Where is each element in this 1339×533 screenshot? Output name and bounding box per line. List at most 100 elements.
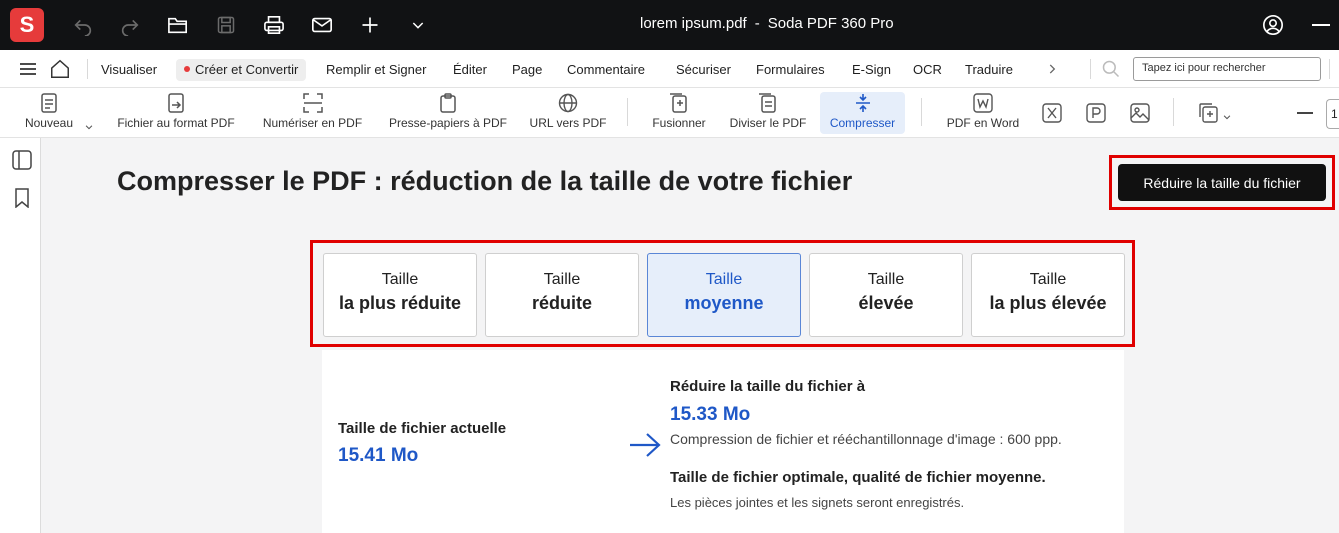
bookmark-icon[interactable] xyxy=(12,188,34,210)
tool-label: Diviser le PDF xyxy=(729,116,807,130)
hamburger-menu-icon[interactable] xyxy=(19,61,37,77)
document-name: lorem ipsum.pdf xyxy=(640,15,747,32)
menu-remplir-et-signer[interactable]: Remplir et Signer xyxy=(318,59,434,81)
home-icon[interactable] xyxy=(49,58,71,80)
menu-separator xyxy=(87,59,88,79)
search-icon[interactable] xyxy=(1101,59,1121,79)
redo-icon[interactable] xyxy=(117,12,143,38)
level-line1: Taille xyxy=(867,271,905,288)
title-bar: S lorem ipsum.pdf - Soda PDF 360 Pro xyxy=(0,0,1339,50)
reduced-size-description: Compression de fichier et rééchantillonn… xyxy=(670,431,1062,447)
level-line2: moyenne xyxy=(684,293,764,313)
menu-bar: Visualiser Créer et Convertir Remplir et… xyxy=(0,50,1339,88)
save-icon[interactable] xyxy=(213,12,239,38)
chevron-right-icon[interactable] xyxy=(1045,62,1059,76)
new-document-icon xyxy=(40,92,58,114)
excel-icon[interactable] xyxy=(1041,102,1063,124)
toolbar-separator xyxy=(627,98,628,126)
level-reduite[interactable]: Taille réduite xyxy=(485,253,639,337)
reduce-size-button[interactable]: Réduire la taille du fichier xyxy=(1118,164,1326,201)
reduced-size-label: Réduire la taille du fichier à xyxy=(670,378,866,395)
menu-editer[interactable]: Éditer xyxy=(445,59,495,81)
search-input[interactable]: Tapez ici pour rechercher xyxy=(1133,57,1321,81)
tool-diviser-le-pdf[interactable]: Diviser le PDF xyxy=(724,92,812,134)
app-logo[interactable]: S xyxy=(10,8,44,42)
level-elevee[interactable]: Taille élevée xyxy=(809,253,963,337)
panel-toggle-icon[interactable] xyxy=(12,150,34,172)
highlight-box: Réduire la taille du fichier xyxy=(1109,155,1335,210)
level-line2: la plus élevée xyxy=(989,293,1107,313)
menu-commentaire[interactable]: Commentaire xyxy=(559,59,653,81)
menu-ocr[interactable]: OCR xyxy=(905,59,950,81)
main-content: Compresser le PDF : réduction de la tail… xyxy=(41,138,1339,533)
globe-icon xyxy=(558,92,578,114)
menu-traduire[interactable]: Traduire xyxy=(957,59,1021,81)
clipboard-icon xyxy=(440,92,456,114)
tool-label: Nouveau xyxy=(24,116,74,130)
tool-fusionner[interactable]: Fusionner xyxy=(645,92,713,134)
powerpoint-icon[interactable] xyxy=(1085,102,1107,124)
tool-pdf-en-word[interactable]: PDF en Word xyxy=(940,92,1026,134)
split-icon xyxy=(758,92,778,114)
menu-page[interactable]: Page xyxy=(504,59,550,81)
optimal-quality-label: Taille de fichier optimale, qualité de f… xyxy=(670,469,1046,486)
compress-icon xyxy=(854,92,872,114)
menu-creer-et-convertir[interactable]: Créer et Convertir xyxy=(176,59,307,81)
mail-icon[interactable] xyxy=(309,12,335,38)
tool-compresser[interactable]: Compresser xyxy=(820,92,905,134)
level-la-plus-reduite[interactable]: Taille la plus réduite xyxy=(323,253,477,337)
menu-visualiser[interactable]: Visualiser xyxy=(93,59,165,81)
level-line1: Taille xyxy=(543,271,581,288)
arrow-right-icon xyxy=(628,430,662,460)
side-rail xyxy=(0,138,41,533)
menu-separator xyxy=(1329,59,1330,79)
folder-open-icon[interactable] xyxy=(165,12,191,38)
toolbar-separator xyxy=(921,98,922,126)
level-line2: la plus réduite xyxy=(338,293,462,313)
level-line1: Taille xyxy=(705,271,743,288)
chevron-down-icon[interactable] xyxy=(84,119,94,130)
zoom-out-icon[interactable] xyxy=(1297,112,1313,114)
tool-label: Presse-papiers à PDF xyxy=(388,116,508,130)
account-icon[interactable] xyxy=(1260,12,1286,38)
window-title: lorem ipsum.pdf - Soda PDF 360 Pro xyxy=(640,15,1040,32)
tool-numeriser-en-pdf[interactable]: Numériser en PDF xyxy=(255,92,370,134)
scan-icon xyxy=(302,92,323,114)
app-name: Soda PDF 360 Pro xyxy=(767,15,894,32)
tool-label: URL vers PDF xyxy=(529,116,607,130)
reduced-size-value: 15.33 Mo xyxy=(670,404,751,425)
compression-info: Taille de fichier actuelle 15.41 Mo Rédu… xyxy=(322,350,1124,533)
level-moyenne[interactable]: Taille moyenne xyxy=(647,253,801,337)
tool-presse-papiers-a-pdf[interactable]: Presse-papiers à PDF xyxy=(380,92,516,134)
level-line2: élevée xyxy=(858,293,914,313)
optimal-quality-description: Les pièces jointes et les signets seront… xyxy=(670,495,965,510)
undo-icon[interactable] xyxy=(70,12,96,38)
more-conversions-icon[interactable] xyxy=(1198,102,1220,124)
menu-esign[interactable]: E-Sign xyxy=(844,59,899,81)
merge-icon xyxy=(669,92,689,114)
image-icon[interactable] xyxy=(1129,102,1151,124)
menu-separator xyxy=(1090,59,1091,79)
tool-label: Numériser en PDF xyxy=(262,116,363,130)
tool-label: Fusionner xyxy=(652,116,706,130)
chevron-down-icon[interactable] xyxy=(1222,109,1232,120)
tool-label: Fichier au format PDF xyxy=(117,116,235,130)
file-to-pdf-icon xyxy=(167,92,185,114)
menu-securiser[interactable]: Sécuriser xyxy=(668,59,739,81)
level-la-plus-elevee[interactable]: Taille la plus élevée xyxy=(971,253,1125,337)
compression-levels: Taille la plus réduite Taille réduite Ta… xyxy=(310,240,1135,347)
tool-fichier-au-format-pdf[interactable]: Fichier au format PDF xyxy=(108,92,244,134)
minimize-icon[interactable] xyxy=(1308,12,1334,38)
current-size-value: 15.41 Mo xyxy=(338,445,419,466)
print-icon[interactable] xyxy=(261,12,287,38)
zoom-field[interactable]: 1 xyxy=(1326,99,1339,129)
tool-url-vers-pdf[interactable]: URL vers PDF xyxy=(526,92,610,134)
plus-icon[interactable] xyxy=(357,12,383,38)
tool-nouveau[interactable]: Nouveau xyxy=(14,92,84,134)
level-line2: réduite xyxy=(531,293,592,313)
title-separator: - xyxy=(754,15,760,32)
chevron-down-icon[interactable] xyxy=(405,12,431,38)
level-line1: Taille xyxy=(1029,271,1067,288)
menu-formulaires[interactable]: Formulaires xyxy=(748,59,833,81)
word-icon xyxy=(973,92,993,114)
